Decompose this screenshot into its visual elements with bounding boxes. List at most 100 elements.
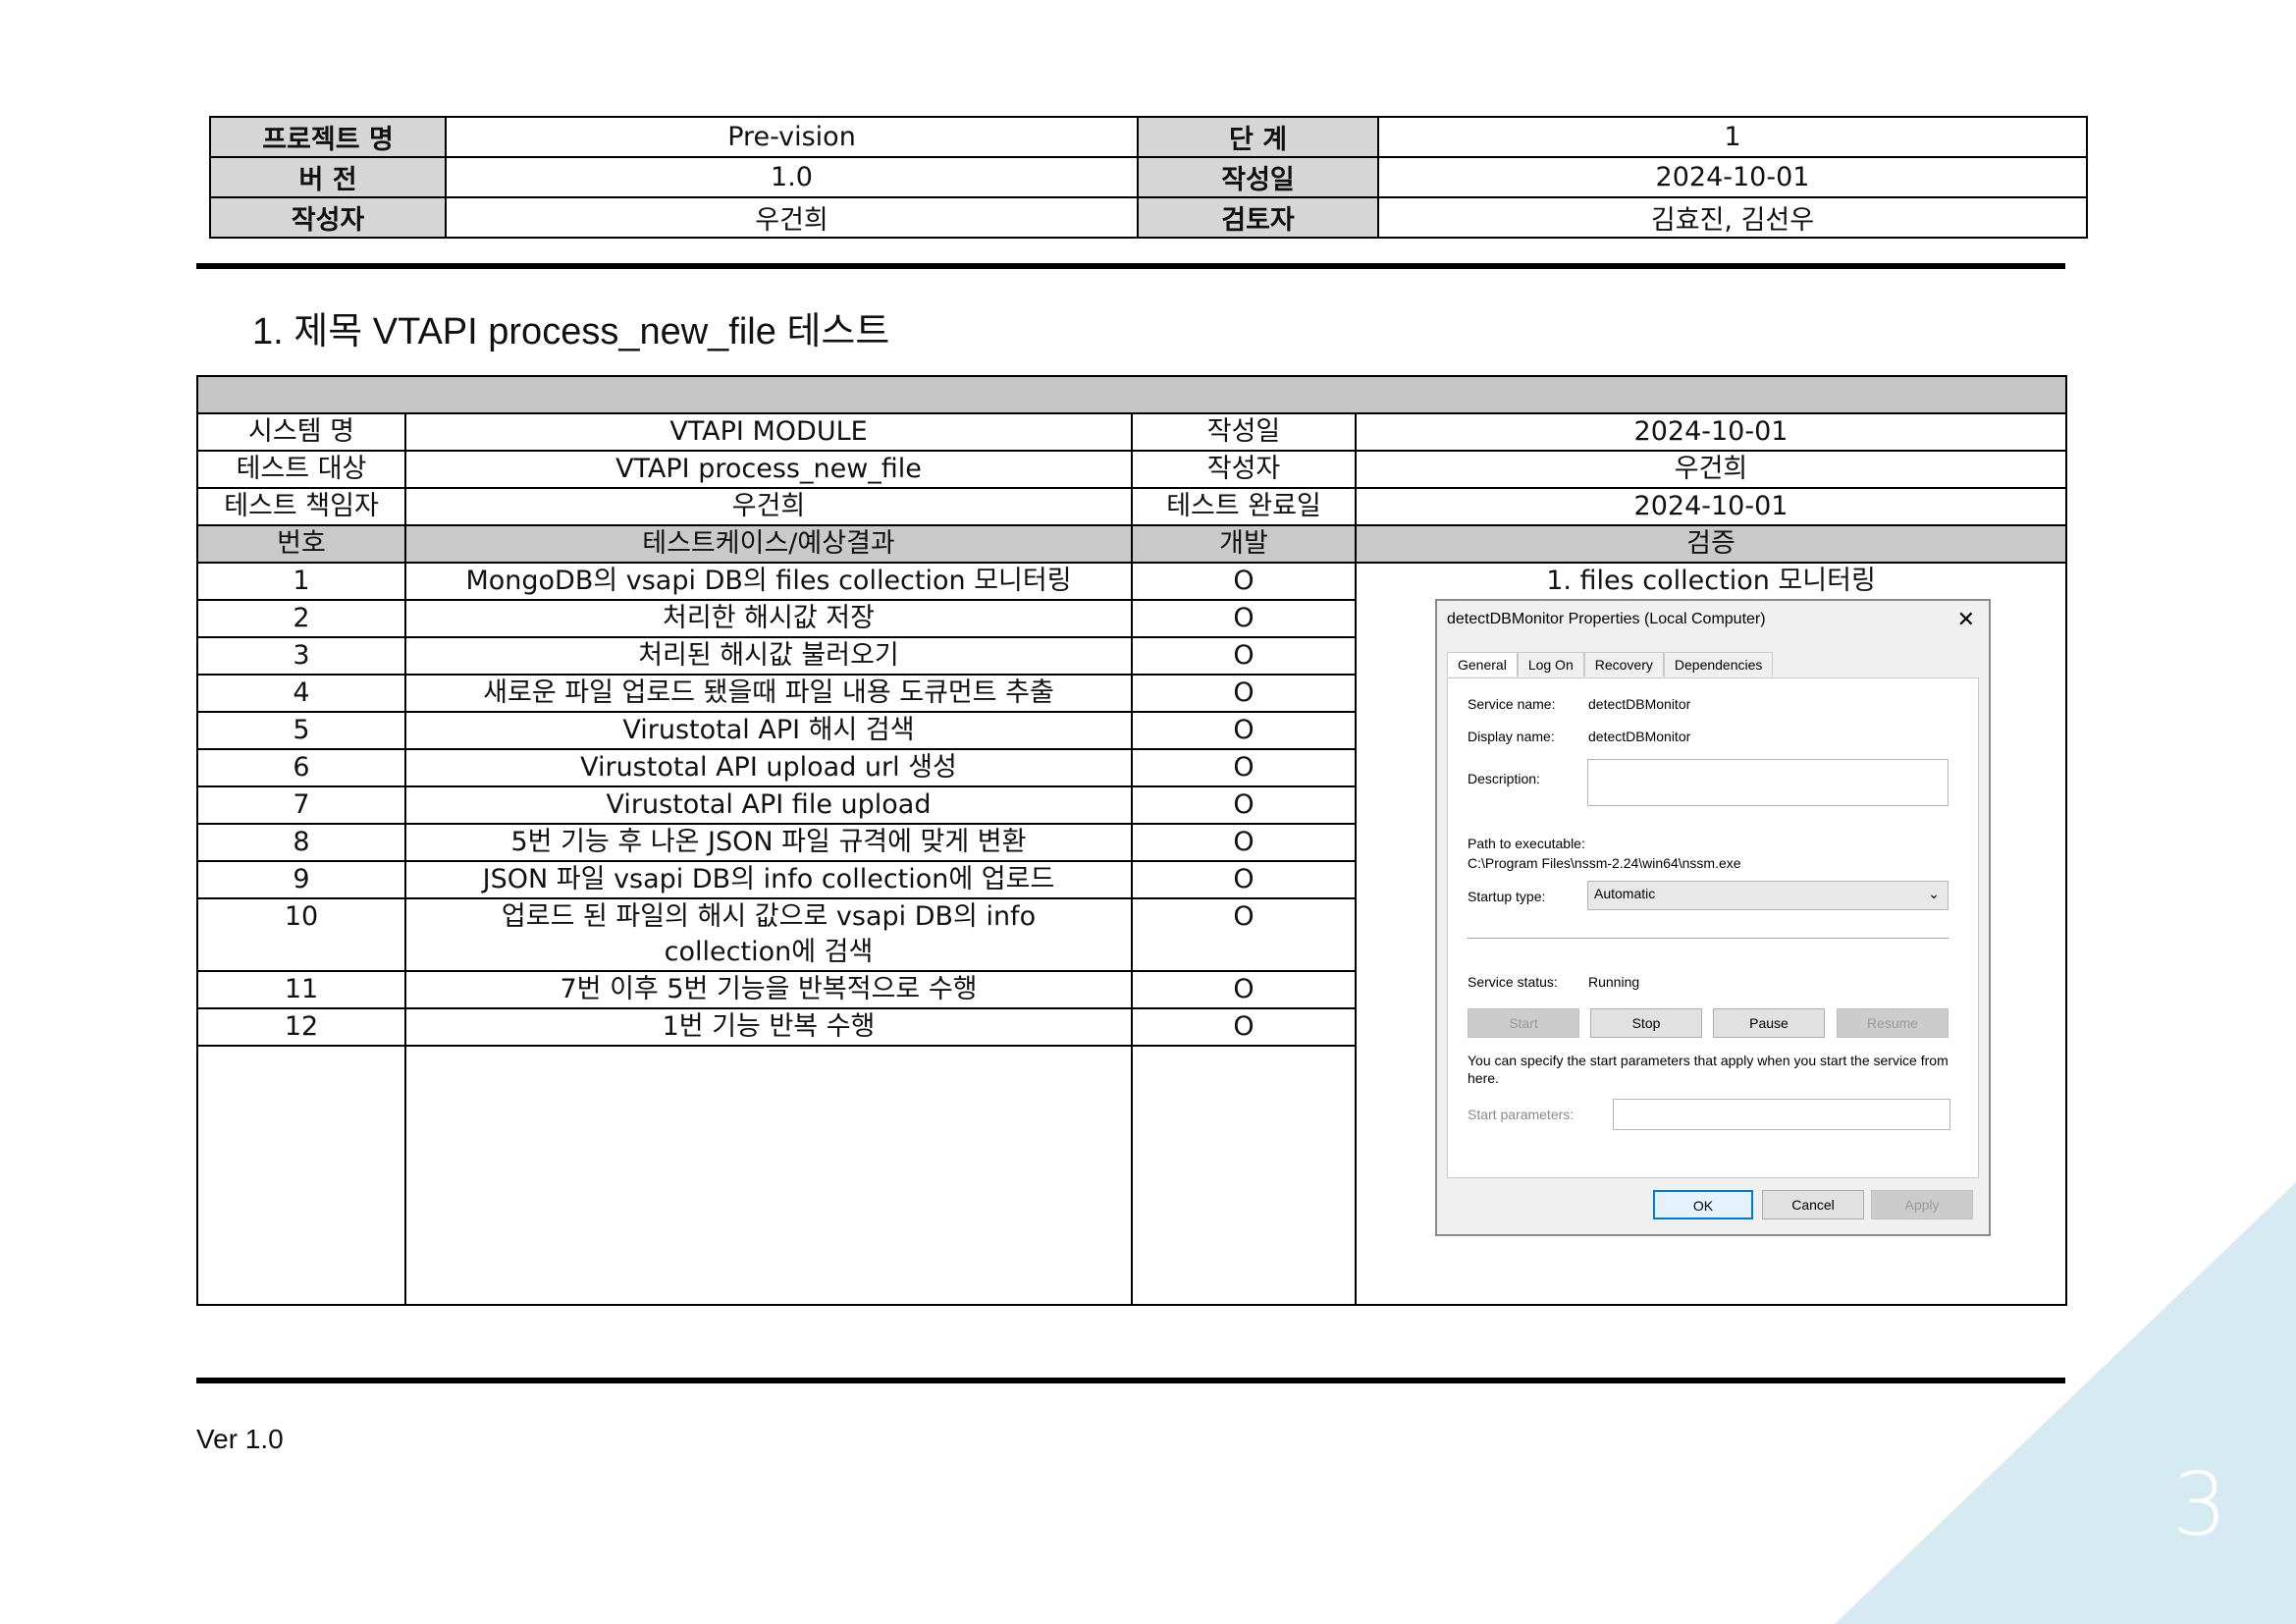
target-value: VTAPI process_new_file <box>404 450 1133 489</box>
case-dev: O <box>1131 562 1357 601</box>
start-params-hint: You can specify the start parameters tha… <box>1468 1053 1949 1086</box>
service-status-value: Running <box>1588 974 1640 990</box>
case-no: 11 <box>196 970 406 1009</box>
reviewer-value: 김효진, 김선우 <box>1377 196 2088 239</box>
top-divider <box>196 263 2065 269</box>
case-dev: O <box>1131 674 1357 713</box>
verify-cell: 1. files collection 모니터링 detectDBMonitor… <box>1355 562 2067 1306</box>
case-dev: O <box>1131 785 1357 825</box>
case-text: 1번 기능 반복 수행 <box>404 1007 1133 1047</box>
case-text: 새로운 파일 업로드 됐을때 파일 내용 도큐먼트 추출 <box>404 674 1133 713</box>
case-text: 업로드 된 파일의 해시 값으로 vsapi DB의 info collecti… <box>404 897 1133 972</box>
case-no: 12 <box>196 1007 406 1047</box>
ok-button[interactable]: OK <box>1653 1190 1753 1219</box>
case-text: 5번 기능 후 나온 JSON 파일 규격에 맞게 변환 <box>404 823 1133 862</box>
table-row: 1 MongoDB의 vsapi DB의 files collection 모니… <box>196 562 2067 1306</box>
system-value: VTAPI MODULE <box>404 412 1133 452</box>
case-no: 7 <box>196 785 406 825</box>
tab-general[interactable]: General <box>1447 652 1518 677</box>
reviewer-label: 검토자 <box>1137 196 1379 239</box>
case-dev: O <box>1131 711 1357 750</box>
system-label: 시스템 명 <box>196 412 406 452</box>
empty-cell <box>196 1045 406 1306</box>
author-label: 작성자 <box>209 196 447 239</box>
case-no: 2 <box>196 599 406 638</box>
service-name-value: detectDBMonitor <box>1588 696 1691 712</box>
display-name-label: Display name: <box>1468 729 1555 744</box>
case-dev: O <box>1131 599 1357 638</box>
apply-button[interactable]: Apply <box>1871 1190 1973 1219</box>
case-text: MongoDB의 vsapi DB의 files collection 모니터링 <box>404 562 1133 601</box>
case-text: JSON 파일 vsapi DB의 info collection에 업로드 <box>404 860 1133 899</box>
version-value: 1.0 <box>445 156 1139 198</box>
case-text: 7번 이후 5번 기능을 반복적으로 수행 <box>404 970 1133 1009</box>
cancel-button[interactable]: Cancel <box>1762 1190 1864 1219</box>
service-status-label: Service status: <box>1468 974 1558 990</box>
case-text: Virustotal API 해시 검색 <box>404 711 1133 750</box>
tab-log-on[interactable]: Log On <box>1517 652 1584 677</box>
owner-value: 우건희 <box>404 487 1133 526</box>
startup-type-select[interactable]: Automatic ⌄ <box>1587 881 1949 910</box>
owner-label: 테스트 책임자 <box>196 487 406 526</box>
dialog-tabs: General Log On Recovery Dependencies <box>1447 652 1774 677</box>
dialog-title: detectDBMonitor Properties (Local Comput… <box>1447 611 1766 627</box>
start-params-label: Start parameters: <box>1468 1107 1575 1122</box>
startup-type-label: Startup type: <box>1468 889 1546 904</box>
path-label: Path to executable: <box>1468 836 1585 851</box>
case-dev: O <box>1131 897 1357 972</box>
description-label: Description: <box>1468 771 1540 786</box>
tab-dependencies[interactable]: Dependencies <box>1663 652 1774 677</box>
startup-type-value: Automatic <box>1594 886 1656 901</box>
service-name-label: Service name: <box>1468 696 1556 712</box>
target-label: 테스트 대상 <box>196 450 406 489</box>
stop-button[interactable]: Stop <box>1590 1008 1702 1038</box>
created-value: 2024-10-01 <box>1377 156 2088 198</box>
case-no: 3 <box>196 636 406 676</box>
case-text: Virustotal API file upload <box>404 785 1133 825</box>
start-params-input[interactable] <box>1613 1099 1950 1130</box>
document-header-table: 프로젝트 명 Pre-vision 단 계 1 버 전 1.0 작성일 2024… <box>209 116 2088 239</box>
case-no: 10 <box>196 897 406 972</box>
verify-heading: 1. files collection 모니터링 <box>1546 566 1876 596</box>
close-icon[interactable]: ✕ <box>1957 607 1975 632</box>
path-value: C:\Program Files\nssm-2.24\win64\nssm.ex… <box>1468 855 1741 871</box>
display-name-value: detectDBMonitor <box>1588 729 1691 744</box>
created-label: 작성일 <box>1137 156 1379 198</box>
col-verify-header: 검증 <box>1355 524 2067 564</box>
general-panel: Service name: detectDBMonitor Display na… <box>1447 677 1979 1178</box>
start-button[interactable]: Start <box>1468 1008 1579 1038</box>
case-no: 1 <box>196 562 406 601</box>
case-dev: O <box>1131 748 1357 787</box>
stage-value: 1 <box>1377 116 2088 158</box>
description-field[interactable] <box>1587 759 1949 806</box>
case-dev: O <box>1131 636 1357 676</box>
pause-button[interactable]: Pause <box>1713 1008 1825 1038</box>
stage-label: 단 계 <box>1137 116 1379 158</box>
case-no: 5 <box>196 711 406 750</box>
author-value: 우건희 <box>445 196 1139 239</box>
col-case-header: 테스트케이스/예상결과 <box>404 524 1133 564</box>
project-value: Pre-vision <box>445 116 1139 158</box>
case-no: 9 <box>196 860 406 899</box>
chevron-down-icon: ⌄ <box>1928 886 1940 901</box>
test-case-table: 시스템 명 VTAPI MODULE 작성일 2024-10-01 테스트 대상… <box>196 375 2067 1306</box>
page-title: 1. 제목 VTAPI process_new_file 테스트 <box>252 311 890 352</box>
done-value: 2024-10-01 <box>1355 487 2067 526</box>
case-text: 처리된 해시값 불러오기 <box>404 636 1133 676</box>
case-dev: O <box>1131 1007 1357 1047</box>
project-label: 프로젝트 명 <box>209 116 447 158</box>
resume-button[interactable]: Resume <box>1837 1008 1949 1038</box>
case-no: 6 <box>196 748 406 787</box>
case-no: 4 <box>196 674 406 713</box>
version-label: 버 전 <box>209 156 447 198</box>
info-author-label: 작성자 <box>1131 450 1357 489</box>
col-dev-header: 개발 <box>1131 524 1357 564</box>
case-dev: O <box>1131 970 1357 1009</box>
tab-recovery[interactable]: Recovery <box>1583 652 1664 677</box>
case-text: 처리한 해시값 저장 <box>404 599 1133 638</box>
col-no-header: 번호 <box>196 524 406 564</box>
page-number: 3 <box>2172 1454 2227 1555</box>
case-dev: O <box>1131 823 1357 862</box>
info-author-value: 우건희 <box>1355 450 2067 489</box>
info-created-value: 2024-10-01 <box>1355 412 2067 452</box>
